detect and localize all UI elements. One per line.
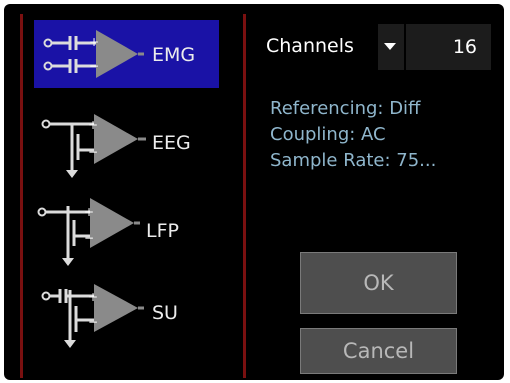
single-ended-amplifier-icon: + − [37,198,140,266]
svg-text:+: + [84,205,94,219]
referencing-text: Referencing: Diff [270,98,421,119]
mode-label: SU [152,302,178,324]
svg-text:+: + [88,118,98,132]
single-ended-amplifier-icon: + − [41,114,146,178]
channels-label: Channels [266,35,354,57]
svg-text:−: − [88,145,98,159]
sample-rate-text: Sample Rate: 75... [270,150,437,171]
channels-value[interactable]: 16 [406,24,491,70]
coupling-text: Coupling: AC [270,124,386,145]
ok-button[interactable]: OK [300,252,457,314]
svg-text:+: + [88,290,98,304]
mode-label: LFP [146,220,179,242]
svg-text:−: − [89,59,99,73]
single-unit-amplifier-icon: + − [41,284,144,348]
svg-text:−: − [84,231,94,245]
headstage-config-window: + − EMG + − EEG + − LFP + − SU Channels … [4,4,504,380]
mode-lfp[interactable]: + − LFP [34,188,219,266]
cancel-button[interactable]: Cancel [300,328,457,374]
caret-down-icon [384,43,396,50]
mode-label: EMG [152,44,196,66]
mode-label: EEG [152,132,191,154]
left-divider [20,14,23,378]
mode-emg[interactable]: + − EMG [34,20,219,88]
right-divider [243,14,246,378]
svg-text:+: + [89,35,99,49]
svg-text:−: − [88,315,98,329]
channels-dropdown[interactable] [378,24,404,70]
mode-su[interactable]: + − SU [34,280,219,348]
mode-eeg[interactable]: + − EEG [34,104,219,178]
